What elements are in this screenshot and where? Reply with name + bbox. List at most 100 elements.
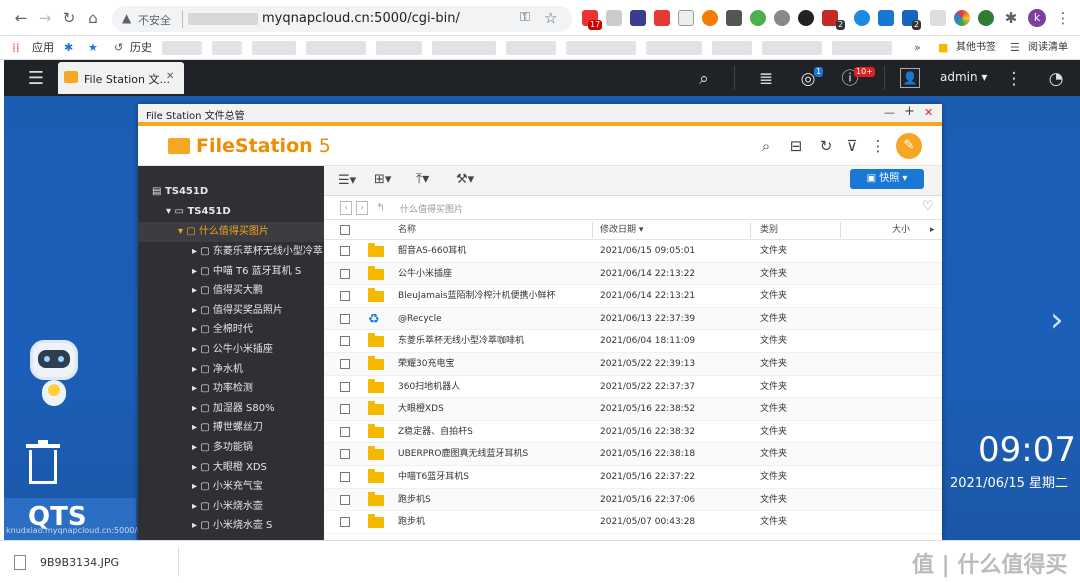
row-checkbox[interactable]: [340, 404, 350, 415]
row-checkbox[interactable]: [340, 449, 350, 460]
stack-icon[interactable]: ≣: [754, 68, 778, 90]
refresh-icon[interactable]: ↻: [816, 136, 836, 156]
row-checkbox[interactable]: [340, 313, 350, 324]
parent-folder-icon[interactable]: ↰: [376, 201, 385, 214]
hamburger-menu-icon[interactable]: ☰: [24, 68, 48, 90]
table-row[interactable]: 大眼橙XDS 2021/05/16 22:38:52 文件夹: [324, 398, 942, 421]
more-bookmarks[interactable]: »: [914, 40, 921, 56]
tree-item[interactable]: ▸ ▢ 小米烧水壶 S: [138, 516, 324, 536]
user-menu[interactable]: admin ▾: [940, 70, 987, 84]
tree-item[interactable]: ▸ ▢ 加湿器 S80%: [138, 399, 324, 419]
more-icon[interactable]: ⋮: [868, 136, 888, 156]
table-row[interactable]: 中喵T6蓝牙耳机S 2021/05/16 22:37:22 文件夹: [324, 466, 942, 489]
tree-item-selected[interactable]: ▾ ▢ 什么值得买图片: [138, 222, 324, 242]
row-checkbox[interactable]: [340, 291, 350, 302]
path-input[interactable]: 什么值得买图片: [400, 202, 463, 215]
recycle-bin-icon[interactable]: [26, 440, 60, 486]
search-icon[interactable]: ⌕: [692, 68, 716, 90]
bookmark-history[interactable]: 历史: [130, 40, 152, 56]
row-checkbox[interactable]: [340, 359, 350, 369]
tree-item[interactable]: ▸ ▢ 值得买奖品照片: [138, 301, 324, 321]
extension-icon[interactable]: [678, 10, 694, 26]
user-icon[interactable]: 👤: [900, 68, 920, 88]
extension-icon[interactable]: [878, 10, 894, 26]
extension-icon[interactable]: [798, 10, 814, 26]
extension-icon[interactable]: [930, 10, 946, 26]
tab-file-station[interactable]: File Station 文... ✕: [58, 62, 184, 94]
home-icon[interactable]: ⌂: [84, 9, 102, 27]
row-checkbox[interactable]: [340, 381, 350, 392]
more-options-icon[interactable]: ⋮: [1002, 68, 1026, 90]
redacted-bookmark[interactable]: [376, 41, 422, 55]
extension-icon[interactable]: [978, 10, 994, 26]
extension-icon[interactable]: [854, 10, 870, 26]
close-tab-icon[interactable]: ✕: [166, 71, 174, 82]
table-row[interactable]: Z稳定器、自拍杆S 2021/05/16 22:38:32 文件夹: [324, 421, 942, 444]
helpdesk-robot-icon[interactable]: [24, 340, 84, 414]
extension-icon[interactable]: [702, 10, 718, 26]
extension-icon[interactable]: [774, 10, 790, 26]
forward-icon[interactable]: →: [36, 9, 54, 27]
snapshot-button[interactable]: ▣ 快照 ▾: [850, 169, 924, 189]
filter-icon[interactable]: ⊽: [842, 136, 862, 156]
favorite-heart-icon[interactable]: ♡: [922, 199, 934, 214]
tree-item[interactable]: ▸ ▢ 搏世螺丝刀: [138, 418, 324, 438]
new-folder-icon[interactable]: ⊞▾: [374, 172, 391, 187]
reload-icon[interactable]: ↻: [60, 9, 78, 27]
select-all-checkbox[interactable]: [340, 225, 350, 235]
table-row[interactable]: ♻ @Recycle 2021/06/13 22:37:39 文件夹: [324, 307, 942, 331]
table-row[interactable]: 韶音AS-660耳机 2021/06/15 09:05:01 文件夹: [324, 240, 942, 263]
tree-item[interactable]: ▸ ▢ 公牛小米插座: [138, 340, 324, 360]
tree-item[interactable]: ▸ ▢ 值得买大鹏: [138, 281, 324, 301]
column-name[interactable]: 名称: [398, 220, 416, 240]
row-checkbox[interactable]: [340, 268, 350, 279]
table-row[interactable]: UBERPRO鹿图真无线蓝牙耳机S 2021/05/16 22:38:18 文件夹: [324, 443, 942, 466]
extension-icon[interactable]: [726, 10, 742, 26]
column-options-icon[interactable]: ▸: [930, 220, 935, 240]
task-status-icon[interactable]: ✎: [896, 133, 922, 159]
redacted-bookmark[interactable]: [432, 41, 496, 55]
close-window-icon[interactable]: ✕: [924, 106, 933, 119]
puzzle-icon[interactable]: ✱: [1002, 9, 1020, 27]
redacted-bookmark[interactable]: [306, 41, 366, 55]
tree-item[interactable]: ▸ ▢ 小米烧水壶: [138, 497, 324, 517]
extension-icon[interactable]: [630, 10, 646, 26]
bookmark-reading-list[interactable]: 阅读清单: [1028, 40, 1068, 56]
tree-item[interactable]: ▸ ▢ 中喵 T6 蓝牙耳机 S: [138, 262, 324, 282]
tree-item[interactable]: ▸ ▢ 多功能锅: [138, 438, 324, 458]
tree-root[interactable]: ▤ TS451D: [138, 182, 324, 202]
row-checkbox[interactable]: [340, 472, 350, 482]
row-checkbox[interactable]: [340, 517, 350, 528]
redacted-bookmark[interactable]: [162, 41, 202, 55]
redacted-bookmark[interactable]: [832, 41, 892, 55]
bookmark-star-icon[interactable]: ☆: [544, 9, 557, 27]
table-row[interactable]: 荣耀30充电宝 2021/05/22 22:39:13 文件夹: [324, 353, 942, 376]
remote-mount-icon[interactable]: ⊟: [786, 136, 806, 156]
forward-path-icon[interactable]: ›: [356, 201, 368, 215]
column-date[interactable]: 修改日期 ▾: [600, 220, 643, 240]
table-row[interactable]: 360扫地机器人 2021/05/22 22:37:37 文件夹: [324, 376, 942, 399]
menu-kebab-icon[interactable]: ⋮: [1054, 9, 1072, 27]
tree-item[interactable]: ▸ ▢ 小米充气宝: [138, 477, 324, 497]
table-row[interactable]: 跑步机 2021/05/07 00:43:28 文件夹: [324, 511, 942, 534]
row-checkbox[interactable]: [340, 426, 350, 437]
maximize-icon[interactable]: +: [904, 104, 915, 119]
redacted-bookmark[interactable]: [712, 41, 752, 55]
redacted-bookmark[interactable]: [646, 41, 702, 55]
key-icon[interactable]: ⚿: [520, 10, 530, 25]
redacted-bookmark[interactable]: [566, 41, 636, 55]
back-path-icon[interactable]: ‹: [340, 201, 352, 215]
window-titlebar[interactable]: File Station 文件总管 — + ✕: [138, 104, 942, 122]
address-bar[interactable]: ▲ 不安全 myqnapcloud.cn:5000/cgi-bin/ ⚿ ☆: [112, 6, 572, 32]
redacted-bookmark[interactable]: [506, 41, 556, 55]
back-icon[interactable]: ←: [12, 9, 30, 27]
table-row[interactable]: BleuJamais蓝陌制冷榨汁机便携小鲜杯 2021/06/14 22:13:2…: [324, 285, 942, 308]
table-row[interactable]: 东菱乐萃杯无线小型冷萃咖啡机 2021/06/04 18:11:09 文件夹: [324, 330, 942, 353]
row-checkbox[interactable]: [340, 494, 350, 505]
download-filename[interactable]: 9B9B3134.JPG: [40, 556, 119, 569]
puzzle-bookmark-icon[interactable]: ✱: [64, 40, 73, 56]
table-row[interactable]: 跑步机S 2021/05/16 22:37:06 文件夹: [324, 488, 942, 512]
column-size[interactable]: 大小: [892, 220, 910, 240]
extension-icon[interactable]: [606, 10, 622, 26]
tree-item[interactable]: ▸ ▢ 功率检测: [138, 379, 324, 399]
